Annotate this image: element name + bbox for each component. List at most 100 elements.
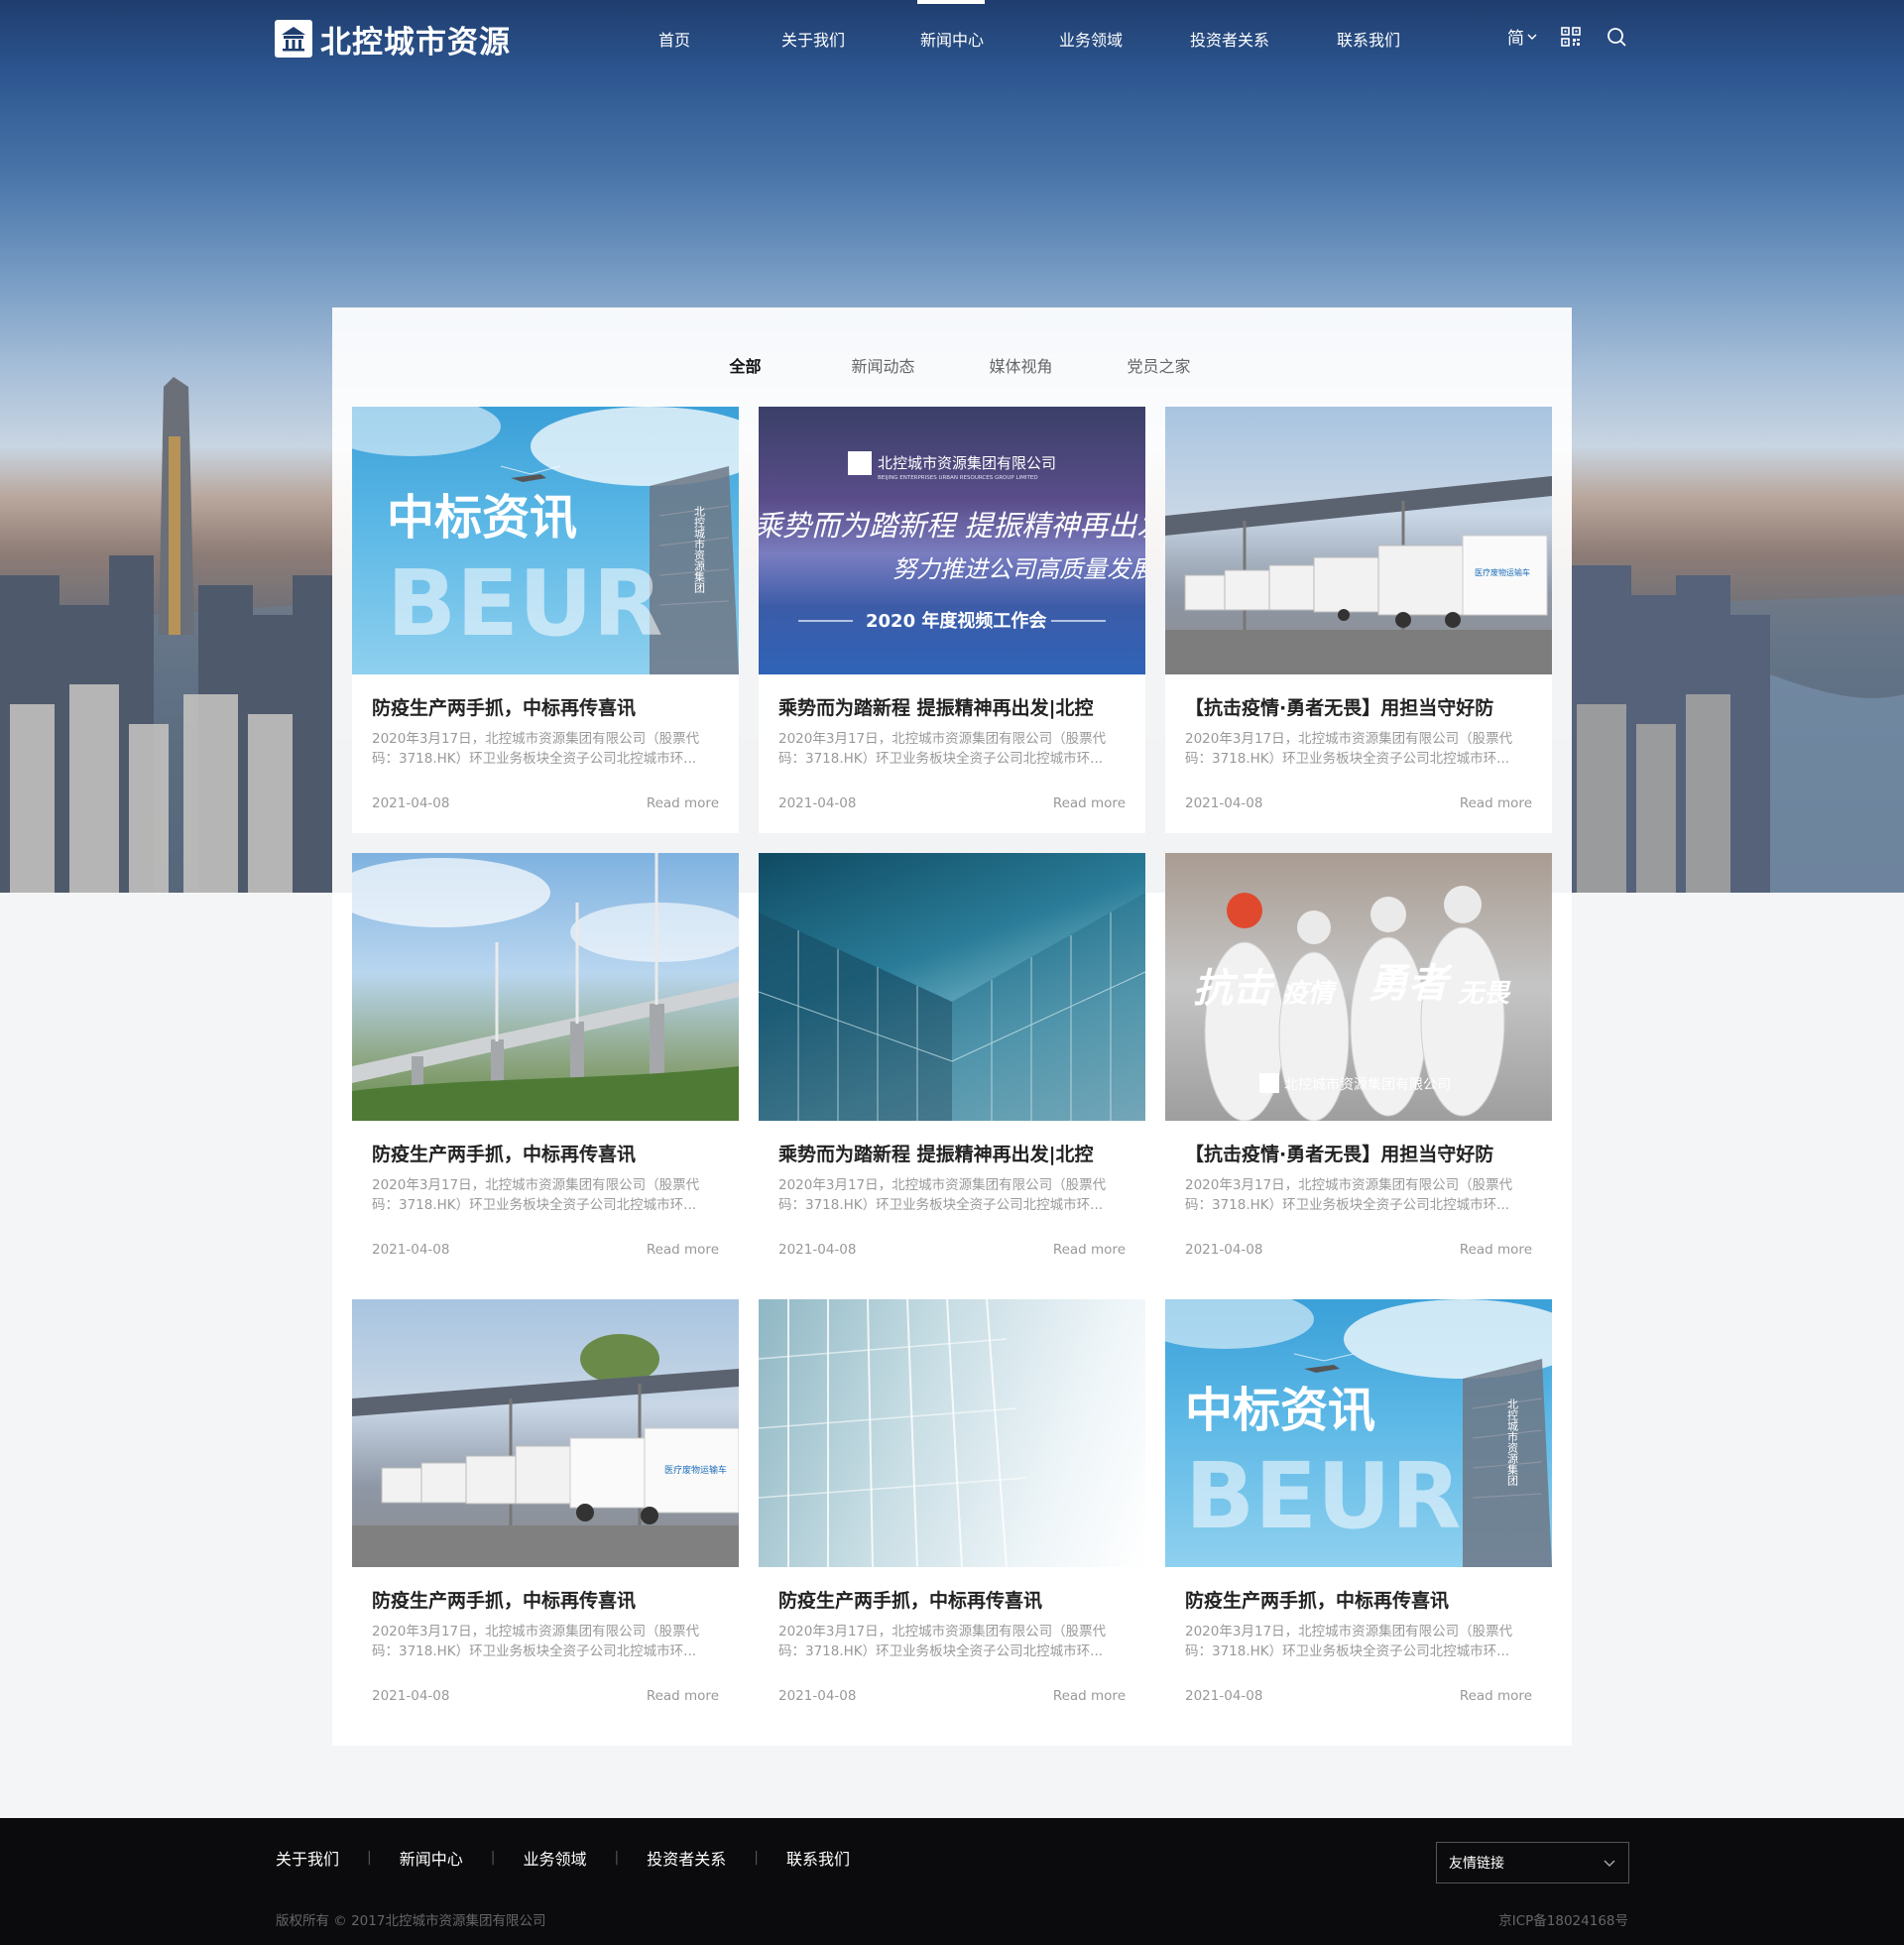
- news-card-title: 防疫生产两手抓，中标再传喜讯: [372, 697, 637, 719]
- news-card[interactable]: 北控城市资源集团有限公司 BEIJING ENTERPRISES URBAN R…: [759, 407, 1145, 833]
- news-card-desc: 2020年3月17日，北控城市资源集团有限公司（股票代码：3718.HK）环卫业…: [778, 731, 1107, 767]
- image-caption: 中标资讯: [387, 490, 577, 546]
- news-card[interactable]: 医疗废物运输车 【抗击疫情·勇者无畏】用担当守好防 2020年3月17日，北控城…: [1165, 407, 1552, 833]
- news-card-date: 2021-04-08: [1185, 1688, 1263, 1704]
- news-card-title: 【抗击疫情·勇者无畏】用担当守好防: [1185, 1144, 1494, 1165]
- footer-divider: |: [614, 1850, 620, 1866]
- tab-media-view[interactable]: 媒体视角: [952, 345, 1090, 389]
- image-caption: 中标资讯: [1185, 1383, 1375, 1438]
- news-card-desc: 2020年3月17日，北控城市资源集团有限公司（股票代码：3718.HK）环卫业…: [778, 1177, 1107, 1213]
- news-card[interactable]: 抗击 疫情 勇者 无畏 北控城市资源集团有限公司 【抗击疫情·勇者无畏】用担当守…: [1165, 853, 1552, 1279]
- news-card-title: 【抗击疫情·勇者无畏】用担当守好防: [1185, 697, 1494, 719]
- read-more-link[interactable]: Read more: [1460, 1688, 1532, 1704]
- read-more-link[interactable]: Read more: [1053, 795, 1126, 811]
- news-card-image: 中标资讯 BEUR 北控城市资源集团: [1165, 1299, 1552, 1567]
- footer-link-about[interactable]: 关于我们: [276, 1846, 339, 1870]
- news-card-image: 北控城市资源集团有限公司 BEIJING ENTERPRISES URBAN R…: [759, 407, 1145, 674]
- language-label: 简: [1507, 29, 1524, 49]
- news-card-date: 2021-04-08: [778, 1242, 857, 1258]
- read-more-link[interactable]: Read more: [647, 795, 719, 811]
- news-card[interactable]: 医疗废物运输车 防疫生产两手抓，中标再传喜讯 2020年3月17日，北控城市资源…: [352, 1299, 739, 1726]
- news-card-image: 医疗废物运输车: [352, 1299, 739, 1567]
- nav-item-news[interactable]: 新闻中心: [883, 0, 1021, 77]
- news-card-title: 乘势而为踏新程 提振精神再出发|北控: [778, 697, 1094, 719]
- nav-item-contact[interactable]: 联系我们: [1299, 0, 1438, 77]
- news-category-tabs: 全部 新闻动态 媒体视角 党员之家: [332, 345, 1572, 389]
- news-panel: 全部 新闻动态 媒体视角 党员之家 中标资讯 BEUR 北控城市资源集团 防疫生…: [332, 307, 1572, 1746]
- icp-license-link[interactable]: 京ICP备18024168号: [1498, 1909, 1628, 1929]
- read-more-link[interactable]: Read more: [647, 1688, 719, 1704]
- truck-label: 医疗废物运输车: [664, 1464, 727, 1476]
- news-card-date: 2021-04-08: [1185, 795, 1263, 811]
- news-card[interactable]: 中标资讯 BEUR 北控城市资源集团 防疫生产两手抓，中标再传喜讯 2020年3…: [352, 407, 739, 833]
- image-watermark: BEUR: [387, 550, 663, 657]
- image-company-name: 北控城市资源集团有限公司: [1284, 1076, 1451, 1093]
- image-event-title: 2020 年度视频工作会: [866, 610, 1046, 632]
- qr-code-icon[interactable]: [1559, 25, 1583, 49]
- nav-item-home[interactable]: 首页: [605, 0, 744, 77]
- read-more-link[interactable]: Read more: [1053, 1688, 1126, 1704]
- news-card-date: 2021-04-08: [372, 1688, 450, 1704]
- image-slogan-2: 疫情: [1282, 979, 1338, 1009]
- read-more-link[interactable]: Read more: [1460, 1242, 1532, 1258]
- news-card-image: 医疗废物运输车: [1165, 407, 1552, 674]
- news-card-image: [352, 853, 739, 1121]
- chevron-down-icon: [1527, 34, 1537, 40]
- news-card-desc: 2020年3月17日，北控城市资源集团有限公司（股票代码：3718.HK）环卫业…: [372, 731, 700, 767]
- image-subheadline: 努力推进公司高质量发展: [892, 555, 1145, 583]
- read-more-link[interactable]: Read more: [647, 1242, 719, 1258]
- read-more-link[interactable]: Read more: [1053, 1242, 1126, 1258]
- news-card[interactable]: 防疫生产两手抓，中标再传喜讯 2020年3月17日，北控城市资源集团有限公司（股…: [352, 853, 739, 1279]
- news-card-date: 2021-04-08: [1185, 1242, 1263, 1258]
- news-card[interactable]: 防疫生产两手抓，中标再传喜讯 2020年3月17日，北控城市资源集团有限公司（股…: [759, 1299, 1145, 1726]
- tab-news-updates[interactable]: 新闻动态: [814, 345, 952, 389]
- news-card-desc: 2020年3月17日，北控城市资源集团有限公司（股票代码：3718.HK）环卫业…: [778, 1624, 1107, 1659]
- image-slogan-4: 无畏: [1458, 979, 1511, 1009]
- footer-nav: 关于我们 | 新闻中心 | 业务领域 | 投资者关系 | 联系我们: [276, 1846, 850, 1870]
- friend-links-dropdown[interactable]: 友情链接: [1436, 1842, 1629, 1884]
- footer-link-business[interactable]: 业务领域: [523, 1846, 586, 1870]
- header-tools: 简: [1507, 24, 1628, 49]
- news-card-date: 2021-04-08: [372, 1242, 450, 1258]
- footer-link-news[interactable]: 新闻中心: [400, 1846, 463, 1870]
- search-icon[interactable]: [1605, 25, 1628, 49]
- brand-name: 北控城市资源: [320, 24, 511, 61]
- news-card-desc: 2020年3月17日，北控城市资源集团有限公司（股票代码：3718.HK）环卫业…: [372, 1624, 700, 1659]
- read-more-link[interactable]: Read more: [1460, 795, 1532, 811]
- brand-logo[interactable]: 北控城市资源: [275, 18, 511, 61]
- nav-item-business[interactable]: 业务领域: [1021, 0, 1160, 77]
- image-vertical-text: 北控城市资源集团: [1506, 1398, 1519, 1487]
- footer-divider: |: [490, 1850, 496, 1866]
- friend-links-label: 友情链接: [1449, 1856, 1504, 1872]
- news-card-image: 中标资讯 BEUR 北控城市资源集团: [352, 407, 739, 674]
- nav-item-investors[interactable]: 投资者关系: [1160, 0, 1299, 77]
- news-card-title: 乘势而为踏新程 提振精神再出发|北控: [778, 1144, 1094, 1165]
- tab-party-home[interactable]: 党员之家: [1090, 345, 1228, 389]
- footer-divider: |: [754, 1850, 759, 1866]
- truck-label: 医疗废物运输车: [1475, 567, 1530, 577]
- image-company-name-en: BEIJING ENTERPRISES URBAN RESOURCES GROU…: [878, 475, 1038, 481]
- copyright-text: 版权所有 © 2017北控城市资源集团有限公司: [276, 1913, 546, 1929]
- news-card-desc: 2020年3月17日，北控城市资源集团有限公司（股票代码：3718.HK）环卫业…: [1185, 731, 1513, 767]
- news-grid: 中标资讯 BEUR 北控城市资源集团 防疫生产两手抓，中标再传喜讯 2020年3…: [352, 407, 1552, 1726]
- nav-item-about[interactable]: 关于我们: [744, 0, 883, 77]
- news-card-desc: 2020年3月17日，北控城市资源集团有限公司（股票代码：3718.HK）环卫业…: [1185, 1624, 1513, 1659]
- main-nav: 首页 关于我们 新闻中心 业务领域 投资者关系 联系我们: [605, 0, 1438, 77]
- news-card-title: 防疫生产两手抓，中标再传喜讯: [372, 1590, 637, 1612]
- footer-link-contact[interactable]: 联系我们: [786, 1846, 850, 1870]
- news-card-date: 2021-04-08: [778, 795, 857, 811]
- tab-all[interactable]: 全部: [676, 345, 814, 389]
- image-vertical-text: 北控城市资源集团: [693, 506, 706, 594]
- news-card-title: 防疫生产两手抓，中标再传喜讯: [1185, 1590, 1450, 1612]
- footer-link-investors[interactable]: 投资者关系: [647, 1846, 726, 1870]
- language-switcher[interactable]: 简: [1507, 24, 1537, 49]
- logo-emblem-icon: [275, 20, 312, 58]
- site-header: 北控城市资源 首页 关于我们 新闻中心 业务领域 投资者关系 联系我们 简: [0, 0, 1904, 77]
- news-card-date: 2021-04-08: [372, 795, 450, 811]
- news-card-desc: 2020年3月17日，北控城市资源集团有限公司（股票代码：3718.HK）环卫业…: [372, 1177, 700, 1213]
- news-card-title: 防疫生产两手抓，中标再传喜讯: [372, 1144, 637, 1165]
- news-card-image: [759, 853, 1145, 1121]
- news-card[interactable]: 中标资讯 BEUR 北控城市资源集团 防疫生产两手抓，中标再传喜讯 2020年3…: [1165, 1299, 1552, 1726]
- news-card[interactable]: 乘势而为踏新程 提振精神再出发|北控 2020年3月17日，北控城市资源集团有限…: [759, 853, 1145, 1279]
- news-card-image: 抗击 疫情 勇者 无畏 北控城市资源集团有限公司: [1165, 853, 1552, 1121]
